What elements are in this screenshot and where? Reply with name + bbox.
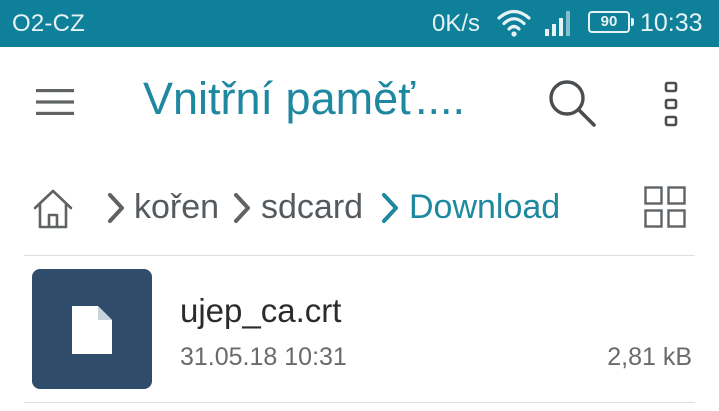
more-vert-icon[interactable] <box>662 81 680 127</box>
file-size: 2,81 kB <box>607 343 692 371</box>
chevron-right-icon <box>382 193 398 223</box>
file-name: ujep_ca.crt <box>180 292 342 329</box>
status-bar: O2-CZ 0K/s 90 10:33 <box>0 0 719 47</box>
battery-icon: 90 <box>588 11 634 33</box>
document-icon <box>72 306 112 354</box>
file-date: 31.05.18 10:31 <box>180 343 347 371</box>
chevron-right-icon <box>234 193 250 223</box>
grid-view-icon[interactable] <box>644 186 686 228</box>
breadcrumb-item-download[interactable]: Download <box>409 188 560 227</box>
divider <box>24 402 695 403</box>
carrier-name: O2-CZ <box>12 10 85 37</box>
wifi-icon <box>497 9 531 37</box>
app-bar: Vnitřní paměť.... <box>0 47 719 157</box>
breadcrumb-item-sdcard[interactable]: sdcard <box>261 188 363 227</box>
search-icon[interactable] <box>546 77 598 129</box>
signal-icon <box>545 11 570 36</box>
page-title: Vnitřní paměť.... <box>143 73 466 124</box>
network-speed: 0K/s <box>432 10 481 37</box>
clock: 10:33 <box>640 9 703 37</box>
home-icon[interactable] <box>32 188 74 230</box>
file-list-item[interactable]: ujep_ca.crt 31.05.18 10:31 2,81 kB <box>0 258 719 398</box>
file-thumbnail <box>32 269 152 389</box>
chevron-right-icon <box>108 193 124 223</box>
breadcrumb: kořen sdcard Download <box>0 170 719 250</box>
divider <box>24 255 695 256</box>
menu-icon[interactable] <box>36 87 74 117</box>
breadcrumb-item-koren[interactable]: kořen <box>134 188 219 227</box>
